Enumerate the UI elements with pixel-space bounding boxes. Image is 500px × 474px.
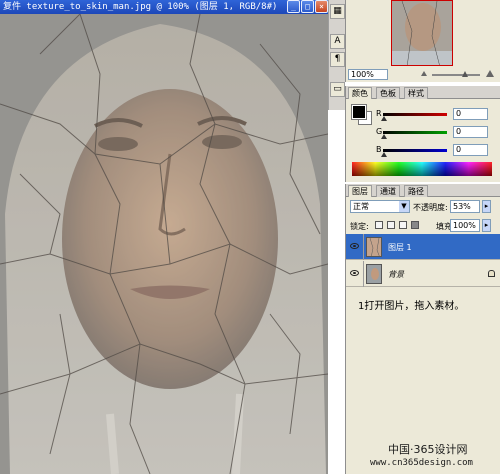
b-input[interactable]: 0 (453, 144, 488, 156)
b-slider[interactable] (383, 149, 447, 152)
opacity-arrow-icon[interactable]: ▸ (482, 200, 491, 213)
layer-thumbnail (366, 264, 382, 284)
opacity-input[interactable]: 53% (450, 200, 480, 213)
foreground-color-swatch[interactable] (351, 104, 367, 120)
eye-icon[interactable] (350, 243, 359, 249)
navigator-thumbnail[interactable] (391, 0, 453, 66)
character-icon[interactable]: A (330, 34, 345, 49)
tab-channels[interactable]: 通道 (376, 185, 400, 197)
lock-transparency-icon[interactable] (375, 221, 383, 229)
layer-name: 背景 (388, 270, 404, 279)
fill-input[interactable]: 100% (450, 219, 480, 232)
r-slider[interactable] (383, 113, 447, 116)
document-window: 复件 texture_to_skin_man.jpg @ 100% (图层 1,… (0, 0, 328, 474)
g-slider-knob[interactable] (381, 134, 387, 139)
color-spectrum-bar[interactable] (352, 162, 492, 176)
tab-paths[interactable]: 路径 (404, 185, 428, 197)
paragraph-icon[interactable]: ¶ (330, 52, 345, 67)
minimize-icon[interactable]: _ (287, 0, 300, 13)
tab-layers[interactable]: 图层 (348, 185, 372, 197)
layers-panel: 图层 通道 路径 正常 ▼ 不透明度: 53% ▸ 锁定: 填充: 100% ▸… (345, 184, 500, 474)
zoom-in-icon[interactable] (486, 70, 494, 77)
layers-tabs: 图层 通道 路径 (346, 184, 500, 197)
zoom-input[interactable]: 100% (348, 69, 388, 80)
window-controls: _ □ × (287, 0, 328, 14)
layer-thumbnail (366, 237, 382, 257)
layer-name: 图层 1 (388, 243, 412, 252)
zoom-slider[interactable] (432, 74, 480, 76)
chevron-down-icon[interactable]: ▼ (399, 201, 409, 212)
panel-toolstrip: ▦ A ¶ ▭ (328, 0, 345, 110)
lock-icon (488, 270, 495, 277)
r-input[interactable]: 0 (453, 108, 488, 120)
zoom-slider-knob[interactable] (462, 71, 468, 77)
g-slider[interactable] (383, 131, 447, 134)
layer-row[interactable]: 图层 1 (346, 234, 500, 260)
instruction-text: 1打开图片，拖入素材。 (358, 301, 465, 312)
image-canvas[interactable] (0, 14, 328, 474)
navigator-zoombar: 100% (346, 68, 500, 81)
fill-arrow-icon[interactable]: ▸ (482, 219, 491, 232)
r-slider-knob[interactable] (381, 116, 387, 121)
blend-mode-value: 正常 (353, 202, 369, 211)
lock-position-icon[interactable] (399, 221, 407, 229)
maximize-icon[interactable]: □ (301, 0, 314, 13)
close-icon[interactable]: × (315, 0, 328, 13)
tab-styles[interactable]: 样式 (404, 87, 428, 99)
tool-presets-icon[interactable]: ▭ (330, 82, 345, 97)
eye-icon[interactable] (350, 270, 359, 276)
lock-label: 锁定: (350, 222, 369, 231)
lock-all-icon[interactable] (411, 221, 419, 229)
tab-swatches[interactable]: 色板 (376, 87, 400, 99)
blend-mode-select[interactable]: 正常 ▼ (350, 200, 410, 213)
b-slider-knob[interactable] (381, 152, 387, 157)
document-title: 复件 texture_to_skin_man.jpg @ 100% (图层 1,… (3, 2, 278, 12)
watermark-url: www.cn365design.com (370, 458, 473, 468)
layer-row[interactable]: 背景 (346, 261, 500, 287)
color-panel: 颜色 色板 样式 R 0 G 0 B 0 (345, 86, 500, 182)
lock-pixels-icon[interactable] (387, 221, 395, 229)
tab-color[interactable]: 颜色 (348, 87, 372, 99)
palette-icon[interactable]: ▦ (330, 4, 345, 19)
zoom-out-icon[interactable] (421, 71, 427, 76)
document-titlebar[interactable]: 复件 texture_to_skin_man.jpg @ 100% (图层 1,… (0, 0, 328, 14)
color-tabs: 颜色 色板 样式 (346, 86, 500, 99)
g-input[interactable]: 0 (453, 126, 488, 138)
watermark-site-name: 中国·365设计网 (388, 443, 468, 456)
opacity-label: 不透明度: (413, 203, 448, 212)
navigator-panel: 100% (345, 0, 500, 82)
